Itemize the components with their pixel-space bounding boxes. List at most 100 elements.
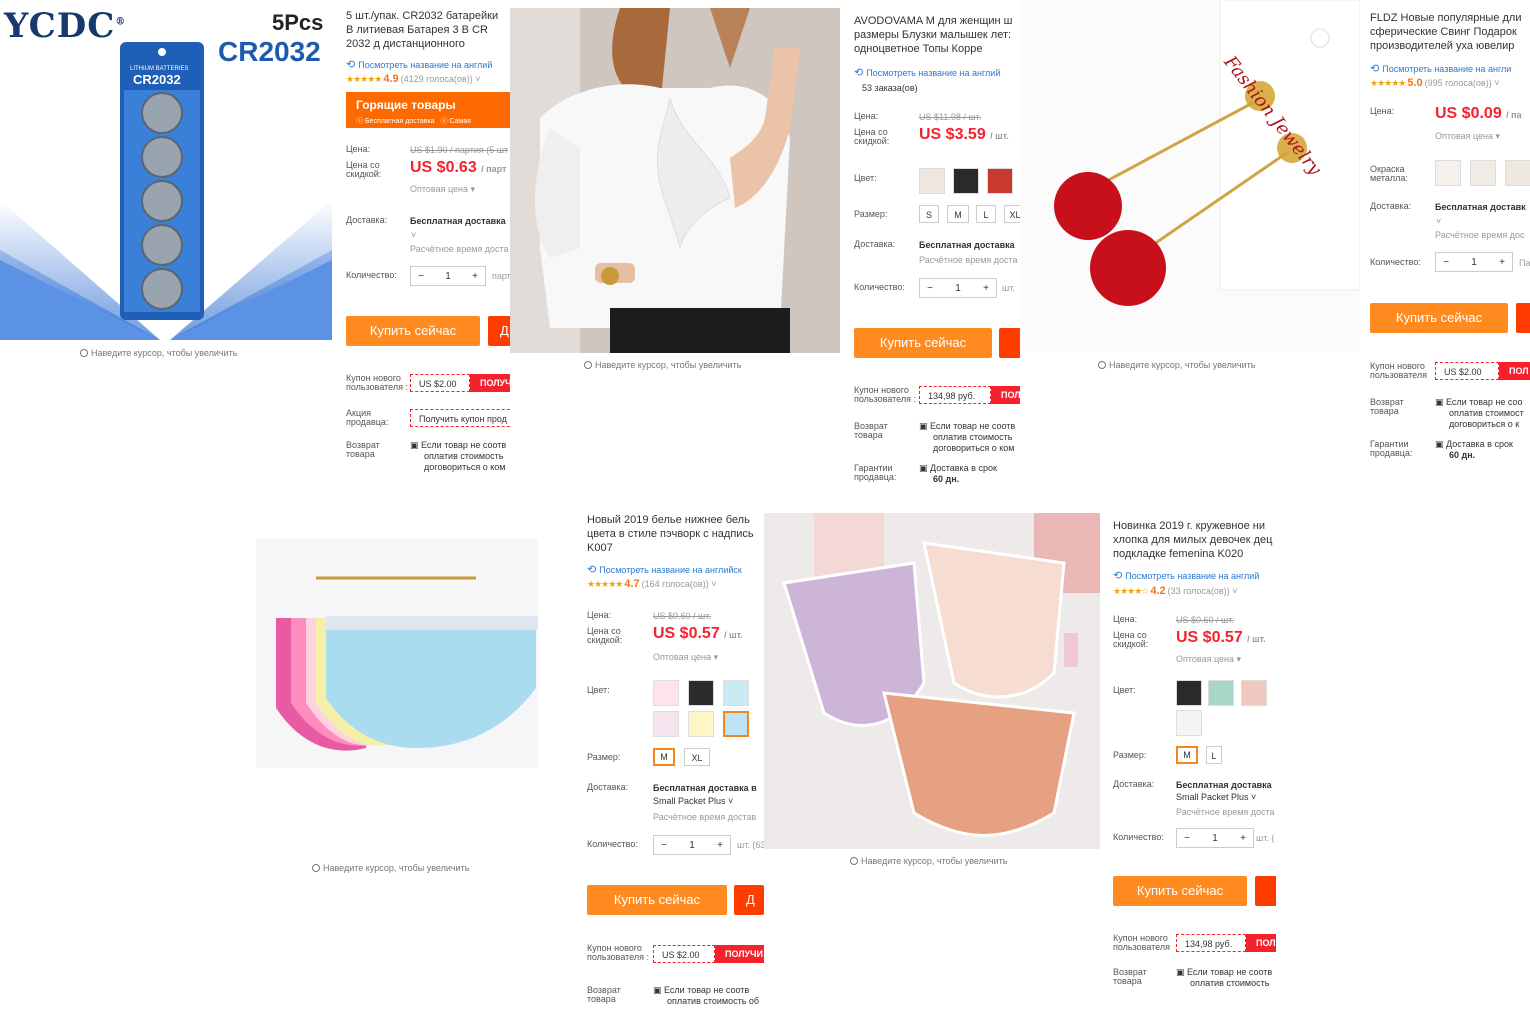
- delivery-label: Доставка:: [587, 782, 629, 792]
- product-image-blouse[interactable]: [510, 8, 840, 353]
- rating[interactable]: ★★★★☆ 4.2 (33 голоса(ов)) ˅: [1113, 585, 1237, 597]
- rating[interactable]: ★★★★★ 4.9 (4129 голоса(ов)) ˅: [346, 73, 480, 85]
- add-to-cart-button[interactable]: Д: [488, 316, 510, 346]
- metal-swatch-1[interactable]: [1435, 160, 1461, 186]
- rating[interactable]: ★★★★★ 4.7 (164 голоса(ов)) ˅: [587, 578, 716, 590]
- quantity-stepper[interactable]: −1 +: [919, 278, 997, 298]
- coupon-label: Купон нового пользователя :: [854, 385, 916, 404]
- get-coupon-button[interactable]: ПОЛ: [1499, 362, 1530, 380]
- color-swatch-4[interactable]: [1176, 710, 1202, 736]
- color-swatch-1[interactable]: [653, 680, 679, 706]
- buy-now-button[interactable]: Купить сейчас: [1370, 303, 1508, 333]
- color-swatch-1[interactable]: [1176, 680, 1202, 706]
- delivery-dropdown-icon[interactable]: ˅: [1436, 216, 1441, 226]
- delivery-dropdown-icon[interactable]: ˅: [411, 230, 416, 240]
- size-option-l[interactable]: L: [1206, 746, 1222, 764]
- seller-coupon[interactable]: Получить купон прод: [410, 409, 510, 427]
- color-swatch-6-selected[interactable]: [723, 711, 749, 737]
- quantity-unit: Па: [1519, 258, 1530, 268]
- delivery-value[interactable]: Бесплатная доставка: [1176, 780, 1272, 790]
- plus-button[interactable]: +: [1492, 257, 1512, 268]
- plus-button[interactable]: +: [976, 283, 996, 294]
- size-option-xl[interactable]: XL: [1004, 205, 1020, 223]
- plus-button[interactable]: +: [710, 840, 730, 851]
- get-coupon-button[interactable]: ПОЛ: [991, 386, 1020, 404]
- coupon-value: 134,98 руб.: [1176, 934, 1246, 952]
- size-option-xl[interactable]: XL: [684, 748, 710, 766]
- buy-now-button[interactable]: Купить сейчас: [1113, 876, 1247, 906]
- size-option-s[interactable]: S: [919, 205, 939, 223]
- color-swatch-white[interactable]: [919, 168, 945, 194]
- product-panel-earrings: Fashion Jewelry Наведите курсор, чтобы у…: [1020, 0, 1530, 484]
- buy-now-button[interactable]: Купить сейчас: [854, 328, 992, 358]
- color-swatch-2[interactable]: [688, 680, 714, 706]
- size-option-m[interactable]: M: [1176, 746, 1198, 764]
- wholesale-link[interactable]: Оптовая цена ▾: [410, 184, 475, 195]
- size-option-m[interactable]: M: [653, 748, 675, 766]
- quantity-value[interactable]: 1: [1197, 833, 1233, 844]
- plus-button[interactable]: +: [1233, 833, 1253, 844]
- metal-swatch-2[interactable]: [1470, 160, 1496, 186]
- quantity-stepper[interactable]: −1 +: [410, 266, 486, 286]
- wholesale-link[interactable]: Оптовая цена ▾: [1435, 131, 1500, 142]
- buy-now-button[interactable]: Купить сейчас: [587, 885, 727, 915]
- add-to-cart-button[interactable]: [999, 328, 1020, 358]
- minus-button[interactable]: −: [1177, 833, 1197, 844]
- wholesale-link[interactable]: Оптовая цена ▾: [653, 652, 718, 663]
- add-to-cart-button[interactable]: [1255, 876, 1276, 906]
- buy-now-button[interactable]: Купить сейчас: [346, 316, 480, 346]
- minus-button[interactable]: −: [411, 271, 431, 282]
- rating[interactable]: ★★★★★ 5.0 (995 голоса(ов)) ˅: [1370, 77, 1499, 89]
- plus-button[interactable]: +: [465, 271, 485, 282]
- translate-link[interactable]: ⟲ Посмотреть название на англи: [1370, 62, 1511, 75]
- translate-link[interactable]: ⟲ Посмотреть название на англий: [854, 66, 1000, 79]
- metal-swatch-3[interactable]: [1505, 160, 1530, 186]
- discount-price: US $3.59 / шт.: [919, 126, 1009, 143]
- translate-link[interactable]: ⟲ Посмотреть название на английск: [587, 563, 742, 576]
- return-policy: ▣ Если товар не соотв оплатив стоимость: [1176, 967, 1273, 988]
- quantity-stepper[interactable]: −1 +: [1176, 828, 1254, 848]
- quantity-stepper[interactable]: −1 +: [1435, 252, 1513, 272]
- color-swatch-black[interactable]: [953, 168, 979, 194]
- add-to-cart-button[interactable]: Д: [734, 885, 764, 915]
- delivery-method[interactable]: Small Packet Plus ˅: [653, 796, 733, 806]
- get-coupon-button[interactable]: ПОЛУЧ: [470, 374, 510, 392]
- color-swatch-5[interactable]: [688, 711, 714, 737]
- delivery-eta: Расчётное время доста: [1176, 807, 1275, 817]
- product-image-underwear-k020[interactable]: [764, 513, 1100, 849]
- delivery-value[interactable]: Бесплатная доставк: [1435, 202, 1526, 212]
- quantity-value[interactable]: 1: [674, 840, 710, 851]
- quantity-value[interactable]: 1: [1456, 257, 1492, 268]
- minus-button[interactable]: −: [654, 840, 674, 851]
- size-option-l[interactable]: L: [976, 205, 996, 223]
- hot-deals-banner[interactable]: Горящие товары ⓢ Бесплатная доставка ⓢ С…: [346, 92, 510, 128]
- underwear-k020-illustration: [764, 513, 1100, 849]
- quantity-stepper[interactable]: −1 +: [653, 835, 731, 855]
- delivery-method[interactable]: Small Packet Plus ˅: [1176, 792, 1256, 802]
- product-image-battery[interactable]: YCDC® 5Pcs CR2032 LITHIUM BATTERIES CR20…: [0, 0, 332, 340]
- get-coupon-button[interactable]: ПОЛ: [1246, 934, 1276, 952]
- size-option-m[interactable]: M: [947, 205, 969, 223]
- color-swatch-4[interactable]: [653, 711, 679, 737]
- get-coupon-button[interactable]: ПОЛУЧИ: [715, 945, 765, 963]
- minus-button[interactable]: −: [1436, 257, 1456, 268]
- return-label: Возврат товара: [854, 421, 888, 440]
- color-swatch-red[interactable]: [987, 168, 1013, 194]
- delivery-value[interactable]: Бесплатная доставка в: [653, 783, 757, 793]
- add-to-cart-button[interactable]: [1516, 303, 1530, 333]
- quantity-value[interactable]: 1: [431, 271, 465, 282]
- quantity-value[interactable]: 1: [940, 283, 976, 294]
- delivery-value[interactable]: Бесплатная доставка: [410, 216, 506, 226]
- translate-icon: ⟲: [1113, 570, 1123, 582]
- product-image-underwear-k007[interactable]: [256, 538, 538, 821]
- guarantee-value: ▣ Доставка в срок 60 дн.: [1435, 439, 1513, 460]
- wholesale-link[interactable]: Оптовая цена ▾: [1176, 654, 1241, 665]
- delivery-value[interactable]: Бесплатная доставка: [919, 240, 1015, 250]
- color-swatch-2[interactable]: [1208, 680, 1234, 706]
- translate-link[interactable]: ⟲ Посмотреть название на англий: [346, 58, 492, 71]
- minus-button[interactable]: −: [920, 283, 940, 294]
- color-swatch-3[interactable]: [1241, 680, 1267, 706]
- translate-link[interactable]: ⟲ Посмотреть название на англий: [1113, 569, 1259, 582]
- color-swatch-3[interactable]: [723, 680, 749, 706]
- product-image-earrings[interactable]: Fashion Jewelry: [1020, 0, 1360, 352]
